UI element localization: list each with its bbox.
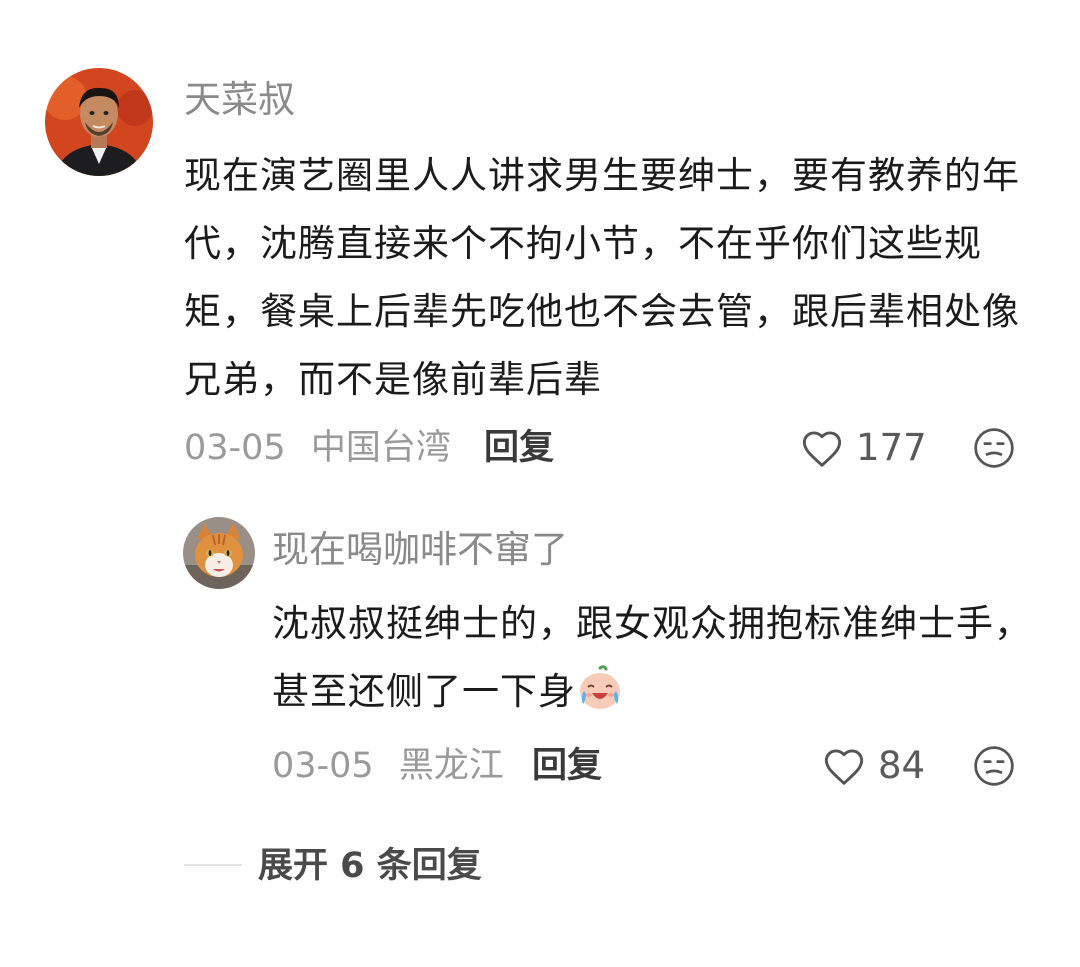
reply-avatar[interactable] [183, 517, 255, 589]
comment-location: 中国台湾 [310, 428, 451, 468]
reply-reply-button[interactable]: 回复 [532, 744, 602, 788]
reply-dislike-button[interactable] [972, 744, 1016, 788]
reply-location: 黑龙江 [398, 746, 504, 786]
reply-button[interactable]: 回复 [484, 426, 554, 470]
sad-face-icon [974, 428, 1014, 468]
reply-like-button[interactable]: 84 [822, 744, 926, 788]
man-portrait-avatar-icon [45, 68, 153, 176]
reply-meta: 03-05 黑龙江 [272, 744, 504, 788]
expand-replies-button[interactable]: 展开 6 条回复 [258, 844, 482, 888]
comment-meta: 03-05 中国台湾 [184, 426, 451, 470]
reply-like-count: 84 [878, 744, 926, 787]
heart-outline-icon [802, 431, 842, 467]
sad-face-icon [974, 746, 1014, 786]
dislike-button[interactable] [972, 426, 1016, 470]
heart-outline-icon [824, 749, 864, 785]
like-count: 177 [856, 426, 927, 469]
comment-text: 现在演艺圈里人人讲求男生要绅士，要有教养的年代，沈腾直接来个不拘小节，不在乎你们… [184, 154, 1020, 401]
comment-username[interactable]: 天菜叔 [184, 78, 295, 122]
reply-text-block: 沈叔叔挺绅士的，跟女观众拥抱标准绅士手，甚至还侧了一下身 [272, 590, 1032, 726]
orange-cat-avatar-icon [183, 517, 255, 589]
crying-laughing-sticker-icon [580, 665, 620, 709]
reply-date: 03-05 [272, 746, 374, 786]
avatar[interactable] [45, 68, 153, 176]
like-button[interactable]: 177 [800, 426, 927, 470]
reply-text: 沈叔叔挺绅士的，跟女观众拥抱标准绅士手，甚至还侧了一下身 [272, 602, 1032, 713]
comment-date: 03-05 [184, 428, 286, 468]
reply-username[interactable]: 现在喝咖啡不窜了 [272, 528, 568, 572]
expand-divider [184, 864, 242, 866]
